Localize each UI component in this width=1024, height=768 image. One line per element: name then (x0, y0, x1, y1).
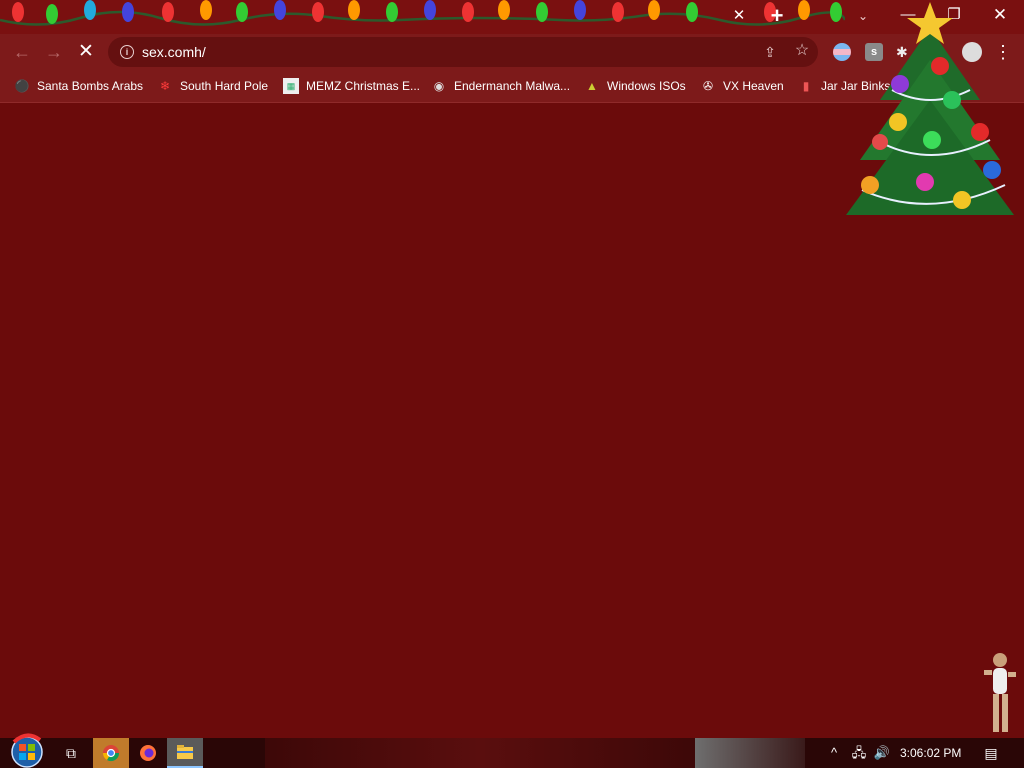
bookmark-vx-heaven[interactable]: ✇ VX Heaven (700, 76, 784, 96)
share-icon[interactable]: ⇪ (760, 42, 780, 62)
snowflake-icon: ❄ (159, 79, 171, 93)
bookmark-label: MEMZ Christmas E... (306, 79, 421, 93)
dancing-figure-decoration (984, 653, 1016, 732)
address-bar[interactable]: i sex.comh/ ⇪ ☆ (108, 37, 818, 67)
bookmark-label: Windows ISOs (607, 79, 686, 93)
windows-taskbar: ⧉ ^ 🖧 🔊 3:06:02 PM ▤ (0, 733, 1024, 768)
vx-icon: ✇ (702, 79, 714, 93)
bookmark-windows-isos[interactable]: ▲ Windows ISOs (584, 76, 686, 96)
network-icon[interactable]: 🖧 (850, 744, 868, 762)
santa-icon: ⚫ (14, 79, 30, 93)
bookmark-endermanch-malware[interactable]: ◉ Endermanch Malwa... (431, 76, 570, 96)
bookmark-label: Endermanch Malwa... (454, 79, 571, 93)
firefox-icon (140, 745, 156, 761)
bookmark-star-icon[interactable]: ☆ (792, 41, 812, 61)
bookmark-memz-christmas[interactable]: ▦ MEMZ Christmas E... (283, 76, 420, 96)
forward-arrow-icon[interactable]: → (40, 38, 68, 66)
back-arrow-icon[interactable]: ← (8, 38, 36, 66)
memz-icon: ▦ (283, 78, 299, 94)
christmas-tree-decoration (846, 2, 1014, 215)
start-button-icon[interactable] (8, 732, 46, 768)
url-text[interactable]: sex.comh/ (142, 44, 206, 60)
taskbar-clock[interactable]: 3:06:02 PM (900, 746, 961, 760)
taskbar-firefox-icon[interactable] (130, 738, 166, 768)
bookmark-label: South Hard Pole (180, 79, 269, 93)
bookmark-label: Santa Bombs Arabs (37, 79, 144, 93)
tab-close-icon[interactable]: ✕ (729, 6, 749, 26)
new-tab-button[interactable]: + (766, 4, 788, 28)
chrome-icon (102, 745, 120, 762)
bookmark-santa-bombs-arabs[interactable]: ⚫ Santa Bombs Arabs (14, 76, 144, 96)
notification-center-icon[interactable]: ▤ (982, 745, 1000, 761)
taskbar-background (265, 738, 695, 768)
taskbar-chrome-icon[interactable] (93, 738, 129, 768)
site-info-icon[interactable]: i (120, 45, 134, 59)
volume-icon[interactable]: 🔊 (873, 744, 891, 762)
taskbar-background (695, 738, 805, 768)
stop-loading-icon[interactable]: ✕ (72, 38, 100, 66)
christmas-lights-decoration (0, 0, 845, 26)
bookmark-south-hard-pole[interactable]: ❄ South Hard Pole (157, 76, 268, 96)
tree-icon: ▲ (586, 79, 598, 93)
folder-icon (177, 745, 193, 759)
show-hidden-icons-icon[interactable]: ^ (826, 744, 842, 762)
jarjar-icon: ▮ (802, 79, 810, 93)
task-view-icon[interactable]: ⧉ (60, 744, 82, 762)
taskbar-file-explorer-icon[interactable] (167, 738, 203, 768)
bookmark-label: VX Heaven (723, 79, 784, 93)
raccoon-icon: ◉ (433, 79, 445, 93)
